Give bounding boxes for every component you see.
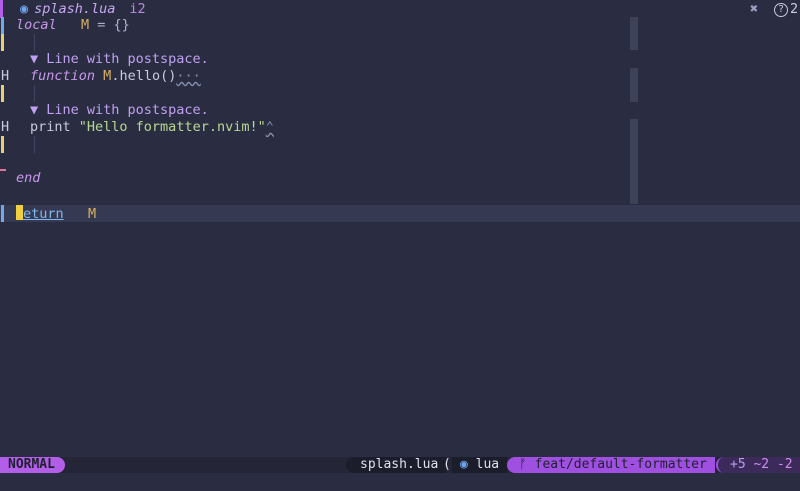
indent-guide (34, 34, 35, 51)
git-diff-stats: +5 ~2 -2 (716, 457, 800, 473)
lua-icon: ◉ (460, 457, 476, 472)
status-separator: ( (443, 457, 451, 472)
git-change-marker (1, 205, 4, 222)
virtual-text: ▼ Line with postspace. (30, 102, 209, 118)
diagnostic-count: i2 (129, 1, 146, 17)
git-add-marker (1, 34, 4, 51)
git-add-marker (1, 85, 4, 102)
code-line: end (16, 170, 41, 186)
close-icon[interactable]: ✖ (750, 0, 758, 18)
tab-indicator (0, 0, 3, 18)
question-icon: ? (774, 3, 788, 17)
diff-changed: ~2 (753, 457, 770, 472)
scrollbar-segment (630, 68, 638, 102)
scrollbar-segment (630, 119, 638, 204)
diff-removed: -2 (776, 457, 793, 472)
gutter-sign: H (1, 68, 10, 84)
indent-guide (34, 85, 35, 102)
indent-guide (34, 136, 35, 153)
help-button[interactable]: ? 2 (774, 0, 798, 18)
statusline: NORMAL splash.lua ( ◉ lua ᚠ feat/default… (0, 457, 800, 473)
filetype-label: lua (475, 457, 500, 472)
code-line: function M.hello()··· (30, 68, 201, 84)
tab-splash-lua[interactable]: ◉ splash.lua i2 (20, 0, 146, 18)
gutter-sign: H (1, 119, 10, 135)
scrollbar-segment (630, 17, 638, 50)
cursor-line (0, 205, 800, 222)
status-filetype: ◉ lua (452, 457, 508, 473)
tabline: ◉ splash.lua i2 ✖ ? 2 (0, 0, 800, 18)
lua-icon: ◉ (20, 1, 29, 17)
branch-name: feat/default-formatter (534, 457, 707, 472)
code-line: eturn M (16, 205, 96, 222)
tab-filename: splash.lua (34, 1, 116, 17)
code-line: local M = {} (16, 17, 130, 33)
editor-buffer[interactable]: local M = {} ▼ Line with postspace. H fu… (0, 17, 800, 454)
mode-indicator: NORMAL (0, 457, 65, 473)
git-change-marker (1, 17, 4, 34)
text-cursor (16, 205, 23, 220)
git-delete-marker (0, 169, 6, 171)
status-filename: splash.lua (346, 457, 447, 473)
command-line[interactable] (0, 475, 800, 491)
code-line: print "Hello formatter.nvim!"⌃ (30, 119, 274, 135)
diff-added: +5 (730, 457, 746, 472)
help-count: 2 (790, 1, 799, 17)
git-add-marker (1, 136, 4, 153)
virtual-text: ▼ Line with postspace. (30, 51, 209, 67)
git-branch: ᚠ feat/default-formatter (507, 457, 715, 473)
git-branch-icon: ᚠ (519, 457, 527, 472)
